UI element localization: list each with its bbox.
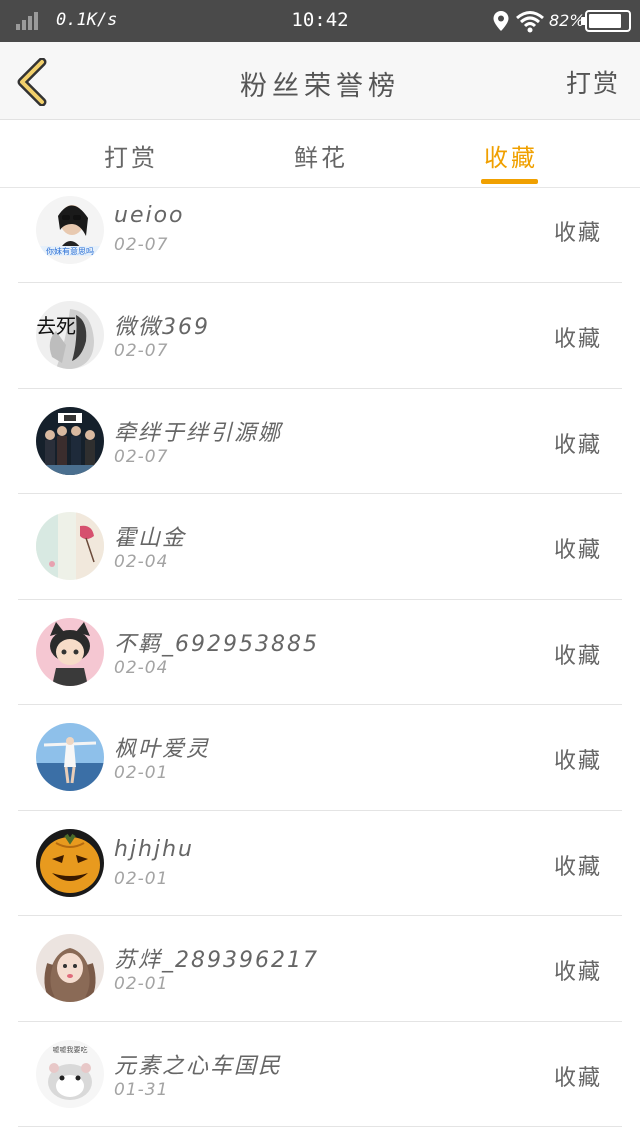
fan-action-label: 收藏 [553, 538, 602, 563]
fan-action-label: 收藏 [553, 854, 602, 880]
fan-date: 02-04 [114, 657, 169, 678]
list-item[interactable]: 牵绊于绊引源娜 02-07 收藏 [18, 389, 622, 494]
tab-bar: 打赏 鲜花 收藏 [0, 120, 640, 188]
fan-date: 02-07 [114, 446, 169, 467]
fan-date: 02-04 [114, 552, 169, 572]
fan-name: 苏烊_289396217 [114, 948, 319, 973]
list-item[interactable]: 嘘嘘我要吃 元素之心车国民 01-31 收藏 [18, 1022, 622, 1127]
fan-date: 02-01 [114, 868, 169, 889]
fan-name: hjhjhu [114, 836, 194, 862]
fan-date: 02-01 [114, 763, 169, 783]
avatar [36, 617, 104, 686]
avatar [36, 723, 104, 791]
avatar-caption: 去死 [36, 314, 76, 338]
list-item[interactable]: hjhjhu 02-01 收藏 [18, 811, 622, 916]
fan-name: 霍山金 [114, 526, 187, 551]
header-bar: 粉丝荣誉榜 打赏 [0, 42, 640, 120]
fan-action-label: 收藏 [553, 432, 602, 458]
fan-date: 01-31 [114, 1079, 169, 1100]
fan-action-label: 收藏 [553, 749, 602, 774]
fan-action-label: 收藏 [553, 327, 602, 352]
tab-reward[interactable]: 打赏 [104, 138, 158, 173]
avatar [36, 828, 104, 897]
fan-date: 02-07 [114, 235, 169, 255]
fan-name: ueioo [114, 203, 185, 228]
page-title: 粉丝荣誉榜 [240, 71, 400, 102]
list-item[interactable]: 枫叶爱灵 02-01 收藏 [18, 705, 622, 811]
status-bar: 0.1K/s 10:42 82% [0, 0, 640, 42]
fan-date: 02-01 [114, 974, 169, 994]
avatar [36, 934, 104, 1002]
list-item[interactable]: 霍山金 02-04 收藏 [18, 494, 622, 600]
active-tab-indicator [481, 179, 538, 184]
fan-date: 02-07 [114, 341, 169, 361]
battery-icon [581, 10, 631, 32]
fan-name: 牵绊于绊引源娜 [114, 420, 283, 446]
avatar-caption: 你妹有意思吗 [46, 246, 94, 256]
tab-favorites[interactable]: 收藏 [484, 138, 538, 173]
battery-percent: 82% [549, 11, 585, 30]
fan-action-label: 收藏 [553, 960, 602, 985]
fan-name: 不羁_692953885 [114, 631, 319, 657]
fan-action-label: 收藏 [553, 643, 602, 669]
reward-button[interactable]: 打赏 [566, 64, 620, 100]
tab-flowers[interactable]: 鲜花 [294, 138, 348, 173]
wifi-icon [516, 11, 544, 33]
fan-action-label: 收藏 [553, 221, 602, 246]
avatar-caption: 嘘嘘我要吃 [53, 1045, 88, 1054]
fan-list: 你妹有意思吗 ueioo 02-07 收藏 去死 微微369 02-07 收藏 [0, 189, 640, 1127]
avatar: 去死 [36, 301, 104, 369]
list-item[interactable]: 不羁_692953885 02-04 收藏 [18, 600, 622, 705]
fan-name: 枫叶爱灵 [114, 737, 211, 762]
fan-name: 元素之心车国民 [114, 1053, 283, 1079]
list-item[interactable]: 苏烊_289396217 02-01 收藏 [18, 916, 622, 1022]
location-icon [493, 11, 509, 31]
fan-action-label: 收藏 [553, 1065, 602, 1091]
fan-name: 微微369 [114, 315, 210, 340]
avatar [36, 512, 104, 580]
avatar: 你妹有意思吗 [36, 196, 104, 264]
avatar: 嘘嘘我要吃 [36, 1039, 104, 1108]
list-item[interactable]: 你妹有意思吗 ueioo 02-07 收藏 [18, 189, 622, 283]
avatar [36, 406, 104, 475]
list-item[interactable]: 去死 微微369 02-07 收藏 [18, 283, 622, 389]
